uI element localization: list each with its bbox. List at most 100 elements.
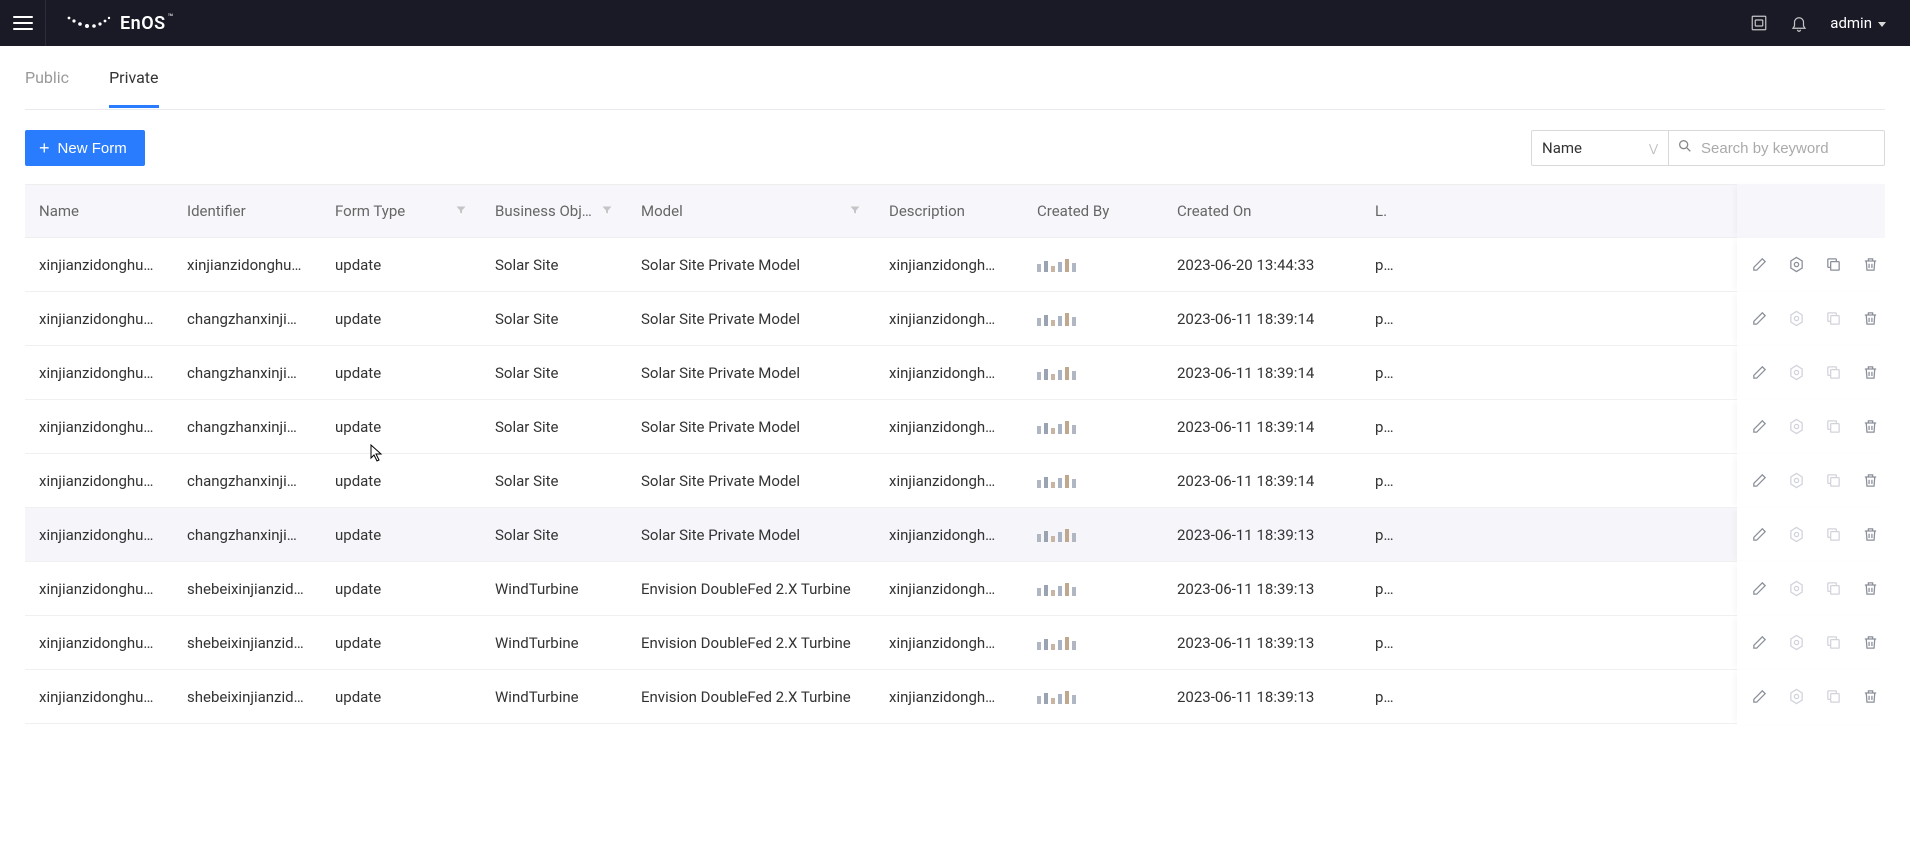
delete-icon[interactable] [1862,418,1879,435]
menu-toggle[interactable] [0,0,46,46]
cell-identifier: xinjianzidonghu… [173,256,321,274]
forms-table: Name Identifier Form Type Business Obj… … [25,184,1885,724]
edit-icon[interactable] [1751,580,1768,597]
cell-description: xinjianzidongh… [875,310,1023,328]
row-actions [1737,508,1885,562]
copy-icon [1825,526,1842,543]
caret-down-icon [1878,22,1886,27]
cell-business-object: Solar Site [481,310,627,328]
cell-last-modified: po [1361,364,1401,382]
table-row: xinjianzidonghu… changzhanxinji… update … [25,292,1885,346]
cell-identifier: shebeixinjianzid… [173,634,321,652]
plus-icon: + [39,139,50,157]
table-row: xinjianzidonghu… shebeixinjianzid… updat… [25,616,1885,670]
cell-name: xinjianzidonghu… [25,688,173,706]
edit-icon[interactable] [1751,310,1768,327]
edit-icon[interactable] [1751,472,1768,489]
cell-business-object: Solar Site [481,256,627,274]
cell-model: Envision DoubleFed 2.X Turbine [627,634,875,652]
cell-business-object: WindTurbine [481,634,627,652]
redacted-icon [1037,366,1149,380]
delete-icon[interactable] [1862,688,1879,705]
cell-model: Solar Site Private Model [627,310,875,328]
cell-description: xinjianzidongh… [875,364,1023,382]
th-created-on: Created On [1177,202,1251,220]
copy-icon [1825,688,1842,705]
delete-icon[interactable] [1862,310,1879,327]
th-description: Description [889,202,965,220]
cell-last-modified: po [1361,688,1401,706]
table-row: xinjianzidonghu… xinjianzidonghu… update… [25,238,1885,292]
row-actions [1737,562,1885,616]
redacted-icon [1037,474,1149,488]
cell-name: xinjianzidonghu… [25,634,173,652]
search-field-select[interactable]: Name ⋁ [1531,130,1669,166]
tab-private[interactable]: Private [109,48,158,107]
filter-icon[interactable] [593,202,613,220]
edit-icon[interactable] [1751,256,1768,273]
th-business-object: Business Obj… [495,202,592,220]
cell-business-object: Solar Site [481,472,627,490]
brand-logo: EnOS™ [66,13,174,34]
bell-icon[interactable] [1790,14,1808,32]
cell-business-object: WindTurbine [481,688,627,706]
table-row: xinjianzidonghu… changzhanxinji… update … [25,454,1885,508]
edit-icon[interactable] [1751,634,1768,651]
delete-icon[interactable] [1862,256,1879,273]
search-input[interactable] [1669,130,1885,166]
cell-last-modified: po [1361,580,1401,598]
edit-icon[interactable] [1751,688,1768,705]
edit-icon[interactable] [1751,364,1768,381]
settings-icon [1788,364,1805,381]
dashboard-icon[interactable] [1750,14,1768,32]
copy-icon [1825,580,1842,597]
cell-created-by [1023,258,1163,272]
brand-name: EnOS™ [120,13,174,34]
cell-identifier: changzhanxinji… [173,526,321,544]
cell-model: Envision DoubleFed 2.X Turbine [627,580,875,598]
cell-created-on: 2023-06-11 18:39:14 [1163,418,1361,436]
cell-business-object: Solar Site [481,364,627,382]
redacted-icon [1037,258,1149,272]
cell-created-by [1023,474,1163,488]
delete-icon[interactable] [1862,526,1879,543]
cell-last-modified: po [1361,634,1401,652]
cell-form-type: update [321,310,481,328]
edit-icon[interactable] [1751,526,1768,543]
cell-name: xinjianzidonghu… [25,472,173,490]
table-row: xinjianzidonghu… changzhanxinji… update … [25,508,1885,562]
cell-created-on: 2023-06-11 18:39:13 [1163,688,1361,706]
redacted-icon [1037,636,1149,650]
table-row: xinjianzidonghu… changzhanxinji… update … [25,400,1885,454]
settings-icon [1788,580,1805,597]
filter-icon[interactable] [841,202,861,220]
delete-icon[interactable] [1862,634,1879,651]
new-form-button[interactable]: + New Form [25,130,145,166]
row-actions [1737,292,1885,346]
user-name: admin [1830,14,1872,32]
th-name: Name [39,202,79,220]
cell-last-modified: po [1361,310,1401,328]
top-bar: EnOS™ admin [0,0,1910,46]
th-last-modified: La [1375,202,1387,220]
copy-icon [1825,472,1842,489]
table-row: xinjianzidonghu… shebeixinjianzid… updat… [25,562,1885,616]
row-actions [1737,454,1885,508]
user-menu[interactable]: admin [1830,14,1886,32]
cell-form-type: update [321,634,481,652]
cell-created-on: 2023-06-20 13:44:33 [1163,256,1361,274]
filter-icon[interactable] [447,202,467,220]
settings-icon[interactable] [1788,256,1805,273]
tab-public[interactable]: Public [25,48,69,107]
cell-model: Envision DoubleFed 2.X Turbine [627,688,875,706]
delete-icon[interactable] [1862,364,1879,381]
cell-created-on: 2023-06-11 18:39:14 [1163,310,1361,328]
copy-icon[interactable] [1825,256,1842,273]
copy-icon [1825,364,1842,381]
delete-icon[interactable] [1862,580,1879,597]
cell-description: xinjianzidongh… [875,472,1023,490]
edit-icon[interactable] [1751,418,1768,435]
search-group: Name ⋁ [1531,130,1885,166]
cell-created-on: 2023-06-11 18:39:14 [1163,472,1361,490]
delete-icon[interactable] [1862,472,1879,489]
